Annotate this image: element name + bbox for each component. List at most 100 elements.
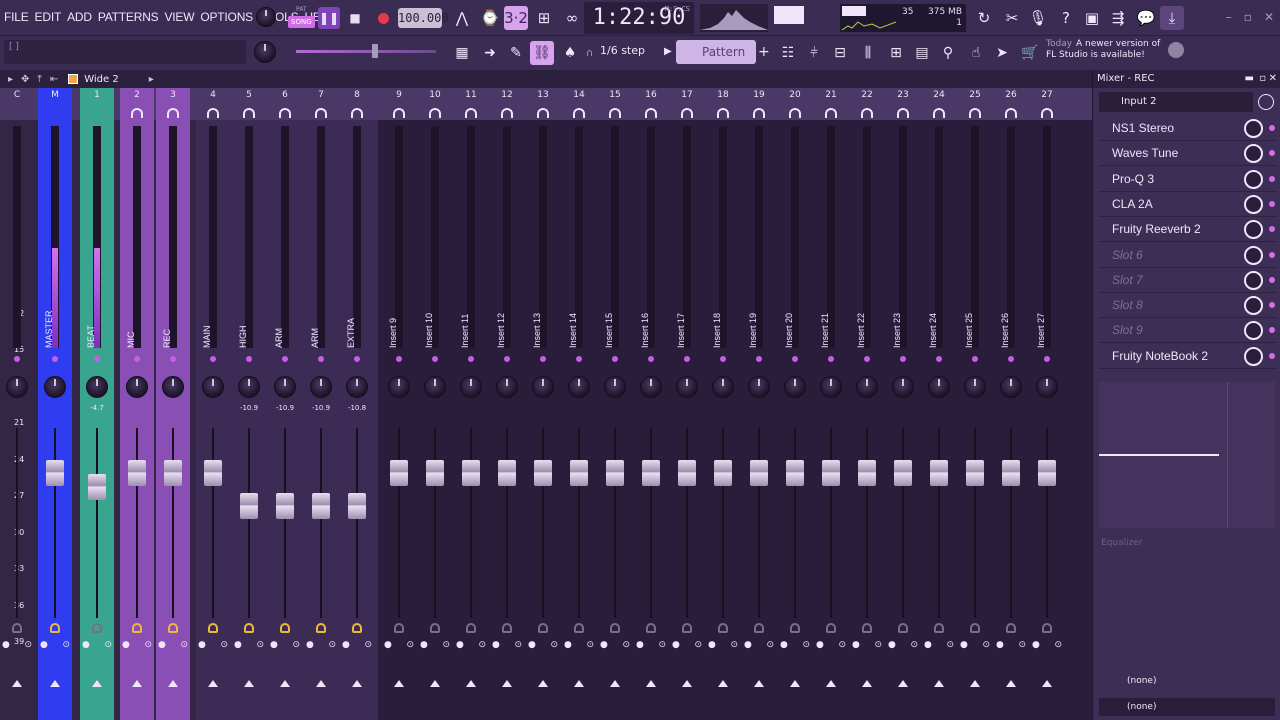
volume-fader[interactable] — [312, 492, 330, 519]
panel-close-icon[interactable]: ✕ — [1269, 73, 1277, 84]
mixer-strip[interactable]: 9 Insert 9 ● ⊙ — [382, 88, 416, 720]
strip-name[interactable]: HIGH — [238, 218, 260, 349]
mute-led[interactable] — [282, 356, 288, 362]
fx-enable-icon[interactable] — [826, 623, 836, 633]
pan-knob[interactable] — [424, 376, 446, 398]
volume-fader[interactable] — [390, 460, 408, 487]
mute-led[interactable] — [864, 356, 870, 362]
mute-led[interactable] — [246, 356, 252, 362]
mute-led[interactable] — [1008, 356, 1014, 362]
strip-name[interactable]: Insert 14 — [568, 218, 590, 348]
slot-enable-led[interactable] — [1269, 352, 1275, 359]
mute-led[interactable] — [792, 356, 798, 362]
piano-roll-icon[interactable]: ▦ — [450, 41, 474, 65]
output-ring-icon[interactable]: ⊙ — [1054, 640, 1062, 650]
fx-enable-icon[interactable] — [430, 623, 440, 633]
fx-enable-icon[interactable] — [1042, 623, 1052, 633]
pan-knob[interactable] — [820, 376, 842, 398]
input-dot-icon[interactable]: ● — [1032, 640, 1040, 650]
fx-enable-icon[interactable] — [898, 623, 908, 633]
pan-knob[interactable] — [346, 376, 368, 398]
strip-name[interactable]: Insert 22 — [856, 218, 878, 348]
project-icon[interactable]: ▤ — [910, 41, 934, 65]
headphone-icon[interactable] — [1041, 108, 1053, 118]
cart-icon[interactable]: 🛒 — [1018, 41, 1042, 65]
pan-knob[interactable] — [6, 376, 28, 398]
input-dot-icon[interactable]: ● — [996, 640, 1004, 650]
strip-name[interactable]: EXTRA — [346, 218, 368, 348]
pan-knob[interactable] — [532, 376, 554, 398]
arrow-back-icon[interactable]: ⇤ — [50, 74, 58, 85]
mixer-strip[interactable]: 2 MIC ● ⊙ — [120, 88, 154, 720]
fx-enable-icon[interactable] — [208, 623, 218, 633]
input-dot-icon[interactable]: ● — [122, 640, 130, 650]
plugin-icon[interactable]: ⚲ — [936, 41, 960, 65]
route-arrow-icon[interactable] — [1006, 680, 1016, 687]
volume-fader[interactable] — [858, 460, 876, 487]
volume-fader[interactable] — [534, 460, 552, 487]
mix-knob[interactable] — [1244, 194, 1263, 214]
route-arrow-icon[interactable] — [50, 680, 60, 687]
output-ring-icon[interactable]: ⊙ — [622, 640, 630, 650]
input-dot-icon[interactable]: ● — [270, 640, 278, 650]
pan-knob[interactable] — [784, 376, 806, 398]
input-dot-icon[interactable]: ● — [600, 640, 608, 650]
output-ring-icon[interactable]: ⊙ — [550, 640, 558, 650]
volume-fader[interactable] — [570, 460, 588, 487]
mute-led[interactable] — [318, 356, 324, 362]
route-arrow-icon[interactable] — [280, 680, 290, 687]
mixer-strip[interactable]: M MASTER ● ⊙ — [38, 88, 72, 720]
headphone-icon[interactable] — [645, 108, 657, 118]
route-arrow-icon[interactable] — [244, 680, 254, 687]
pan-knob[interactable] — [892, 376, 914, 398]
headphone-icon[interactable] — [609, 108, 621, 118]
snap-selector[interactable]: 1/6 step — [600, 44, 645, 57]
route-arrow-icon[interactable] — [12, 680, 22, 687]
slot-enable-led[interactable] — [1269, 200, 1275, 207]
strip-name[interactable]: Insert 15 — [604, 218, 626, 348]
mix-knob[interactable] — [1244, 169, 1263, 189]
output-ring-icon[interactable]: ⊙ — [180, 640, 188, 650]
mute-led[interactable] — [354, 356, 360, 362]
fx-enable-icon[interactable] — [646, 623, 656, 633]
minimize-icon[interactable]: – — [1226, 10, 1232, 24]
mix-knob[interactable] — [1244, 144, 1263, 164]
mute-led[interactable] — [396, 356, 402, 362]
input-dot-icon[interactable]: ● — [234, 640, 242, 650]
routing-io[interactable]: ● ⊙ — [780, 640, 810, 650]
download-icon[interactable]: ⤓ — [1160, 6, 1184, 30]
routing-io[interactable]: ● ⊙ — [672, 640, 702, 650]
strip-name[interactable]: ARM — [310, 218, 332, 348]
route-arrow-icon[interactable] — [754, 680, 764, 687]
headphone-icon[interactable] — [207, 108, 219, 118]
mix-knob[interactable] — [1244, 321, 1263, 341]
mute-led[interactable] — [52, 356, 58, 362]
volume-fader[interactable] — [714, 460, 732, 487]
output-ring-icon[interactable]: ⊙ — [910, 640, 918, 650]
input-dot-icon[interactable]: ● — [924, 640, 932, 650]
pan-knob[interactable] — [238, 376, 260, 398]
input-dot-icon[interactable]: ● — [960, 640, 968, 650]
headphone-icon[interactable] — [167, 108, 179, 118]
volume-fader[interactable] — [966, 460, 984, 487]
strip-name[interactable]: MASTER — [44, 218, 66, 348]
fx-enable-icon[interactable] — [92, 623, 102, 633]
volume-fader[interactable] — [1038, 460, 1056, 487]
route-arrow-icon[interactable] — [208, 680, 218, 687]
input-dot-icon[interactable]: ● — [2, 640, 10, 650]
master-volume-knob[interactable] — [256, 7, 276, 27]
link-icon[interactable]: ⛓ — [530, 41, 554, 65]
routing-io[interactable]: ● ⊙ — [40, 640, 70, 650]
route-arrow-icon[interactable] — [646, 680, 656, 687]
step-edit-icon[interactable]: ⊞ — [532, 6, 556, 30]
strip-name[interactable]: Insert 19 — [748, 218, 770, 348]
output-ring-icon[interactable]: ⊙ — [104, 640, 112, 650]
fx-enable-icon[interactable] — [1006, 623, 1016, 633]
input-dot-icon[interactable]: ● — [492, 640, 500, 650]
slot-enable-led[interactable] — [1269, 276, 1275, 283]
output-ring-icon[interactable]: ⊙ — [874, 640, 882, 650]
fx-enable-icon[interactable] — [502, 623, 512, 633]
input-dot-icon[interactable]: ● — [384, 640, 392, 650]
slot-enable-led[interactable] — [1269, 175, 1275, 182]
layout-icon[interactable] — [68, 74, 79, 84]
